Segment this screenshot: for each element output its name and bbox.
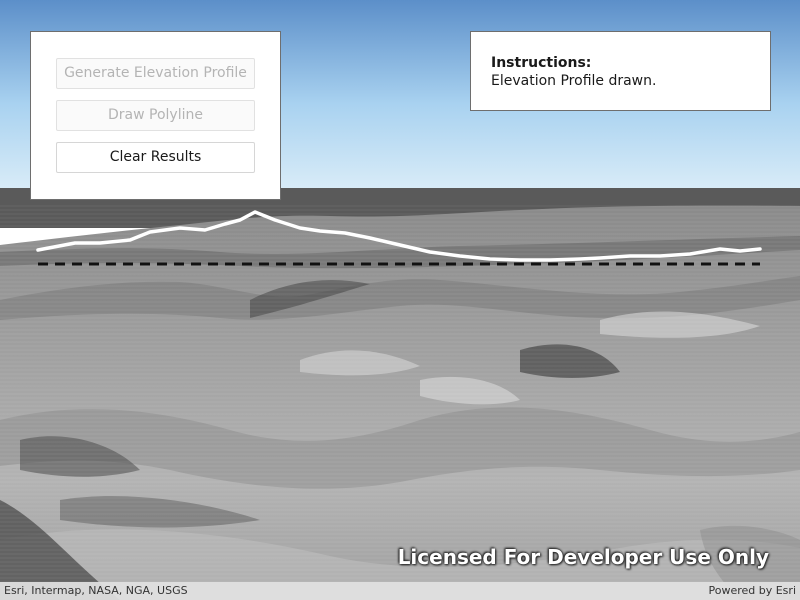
generate-elevation-profile-button[interactable]: Generate Elevation Profile [56, 58, 255, 89]
controls-panel: Generate Elevation Profile Draw Polyline… [30, 31, 281, 200]
attribution-sources[interactable]: Esri, Intermap, NASA, NGA, USGS [4, 582, 188, 600]
clear-results-button[interactable]: Clear Results [56, 142, 255, 173]
instructions-text: Elevation Profile drawn. [491, 73, 657, 89]
map-scene-view[interactable]: Generate Elevation Profile Draw Polyline… [0, 0, 800, 600]
instructions-panel: Instructions: Elevation Profile drawn. [470, 31, 771, 111]
attribution-bar: Esri, Intermap, NASA, NGA, USGS Powered … [0, 582, 800, 600]
draw-polyline-button[interactable]: Draw Polyline [56, 100, 255, 131]
developer-license-watermark: Licensed For Developer Use Only [397, 545, 769, 569]
powered-by-esri[interactable]: Powered by Esri [708, 582, 796, 600]
instructions-title: Instructions: [491, 55, 592, 71]
